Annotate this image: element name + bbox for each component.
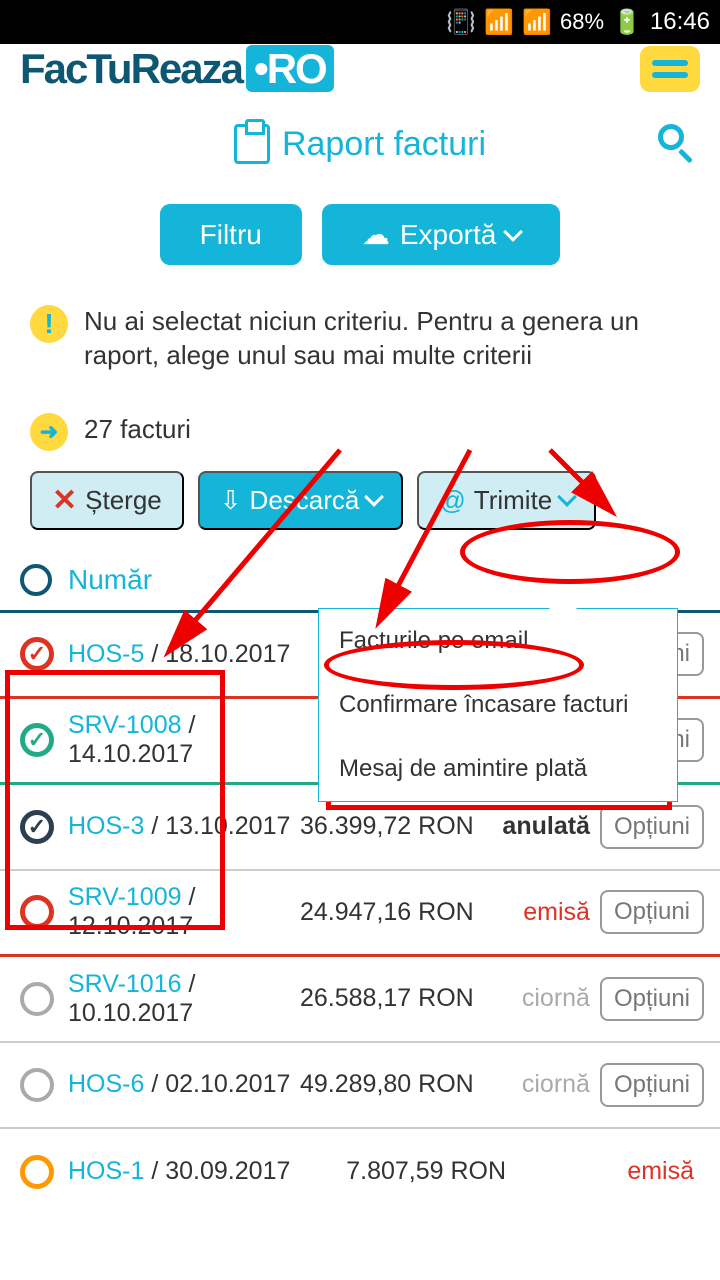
download-icon: ⇩: [220, 485, 242, 516]
invoice-number: SRV-1009 / 12.10.2017: [68, 883, 300, 941]
table-header: Număr: [0, 550, 720, 613]
filter-row: Filtru ☁ Exportă: [0, 184, 720, 295]
checkbox-unchecked[interactable]: [20, 1068, 54, 1102]
export-button[interactable]: ☁ Exportă: [322, 204, 561, 265]
invoice-number: HOS-6 / 02.10.2017: [68, 1070, 300, 1099]
status: emisă: [474, 898, 600, 927]
logo-text: FacTuReaza: [20, 45, 242, 92]
signal-icon: 📶: [522, 8, 552, 37]
options-button[interactable]: Opțiuni: [600, 977, 704, 1021]
amount: 36.399,72 RON: [300, 812, 474, 841]
dropdown-item-email[interactable]: Facturile pe email: [319, 609, 677, 673]
logo[interactable]: FacTuReaza•RO: [20, 45, 334, 93]
filter-button[interactable]: Filtru: [160, 204, 302, 265]
battery-percent: 68%: [560, 9, 604, 35]
clock: 16:46: [650, 8, 710, 36]
chevron-down-icon: [503, 222, 523, 242]
wifi-icon: 📶: [484, 8, 514, 37]
invoice-number: HOS-3 / 13.10.2017: [68, 812, 300, 841]
dropdown-item-confirm[interactable]: Confirmare încasare facturi: [319, 673, 677, 737]
amount: 26.588,17 RON: [300, 984, 474, 1013]
amount: 7.807,59 RON: [346, 1157, 555, 1186]
status: emisă: [555, 1157, 704, 1186]
options-button[interactable]: Opțiuni: [600, 805, 704, 849]
cloud-icon: ☁: [362, 218, 390, 251]
send-button[interactable]: @ Trimite: [417, 471, 596, 530]
table-row[interactable]: SRV-1016 / 10.10.2017 26.588,17 RON cior…: [0, 957, 720, 1043]
page-title: Raport facturi: [282, 125, 486, 164]
logo-suffix: •RO: [246, 45, 334, 92]
select-all-checkbox[interactable]: [20, 564, 52, 596]
exclamation-icon: !: [30, 305, 68, 343]
options-button[interactable]: Opțiuni: [600, 890, 704, 934]
invoice-number: HOS-1 / 30.09.2017: [68, 1157, 346, 1186]
vibrate-icon: 📳: [446, 8, 476, 37]
status-bar: 📳 📶 📶 68% 🔋 16:46: [0, 0, 720, 44]
status: anulată: [474, 812, 600, 841]
count-text: 27 facturi: [84, 413, 191, 447]
checkbox-unchecked[interactable]: [20, 982, 54, 1016]
battery-icon: 🔋: [612, 8, 642, 37]
delete-button[interactable]: ✕ Șterge: [30, 471, 184, 530]
amount: 24.947,16 RON: [300, 898, 474, 927]
x-icon: ✕: [52, 483, 77, 518]
count-row: ➜ 27 facturi: [0, 393, 720, 461]
checkbox-checked[interactable]: ✓: [20, 637, 54, 671]
amount: 49.289,80 RON: [300, 1070, 474, 1099]
checkbox-checked[interactable]: ✓: [20, 810, 54, 844]
table-row[interactable]: SRV-1009 / 12.10.2017 24.947,16 RON emis…: [0, 871, 720, 957]
checkbox-unchecked[interactable]: [20, 1155, 54, 1189]
at-icon: @: [439, 485, 465, 516]
status: ciornă: [474, 1070, 600, 1099]
column-header-number[interactable]: Număr: [68, 564, 152, 596]
options-button[interactable]: Opțiuni: [600, 1063, 704, 1107]
table-row[interactable]: HOS-6 / 02.10.2017 49.289,80 RON ciornă …: [0, 1043, 720, 1129]
send-dropdown: Facturile pe email Confirmare încasare f…: [318, 608, 678, 802]
clipboard-icon: [234, 124, 270, 164]
invoice-number: HOS-5 / 18.10.2017: [68, 640, 325, 669]
search-icon: [658, 124, 684, 150]
hamburger-menu[interactable]: [640, 46, 700, 92]
arrow-icon: ➜: [30, 413, 68, 451]
chevron-down-icon: [557, 487, 577, 507]
info-text: Nu ai selectat niciun criteriu. Pentru a…: [84, 305, 690, 373]
chevron-down-icon: [364, 487, 384, 507]
table-row[interactable]: HOS-1 / 30.09.2017 7.807,59 RON emisă: [0, 1129, 720, 1215]
checkbox-unchecked[interactable]: [20, 895, 54, 929]
status: ciornă: [474, 984, 600, 1013]
checkbox-checked[interactable]: ✓: [20, 723, 54, 757]
app-header: FacTuReaza•RO: [0, 44, 720, 94]
search-button[interactable]: [652, 122, 696, 166]
invoice-number: SRV-1016 / 10.10.2017: [68, 970, 300, 1028]
invoice-number: SRV-1008 / 14.10.2017: [68, 711, 325, 769]
dropdown-item-reminder[interactable]: Mesaj de amintire plată: [319, 737, 677, 801]
page-title-row: Raport facturi: [0, 94, 720, 184]
action-row: ✕ Șterge ⇩ Descarcă @ Trimite: [0, 461, 720, 550]
info-message: ! Nu ai selectat niciun criteriu. Pentru…: [0, 295, 720, 393]
download-button[interactable]: ⇩ Descarcă: [198, 471, 404, 530]
